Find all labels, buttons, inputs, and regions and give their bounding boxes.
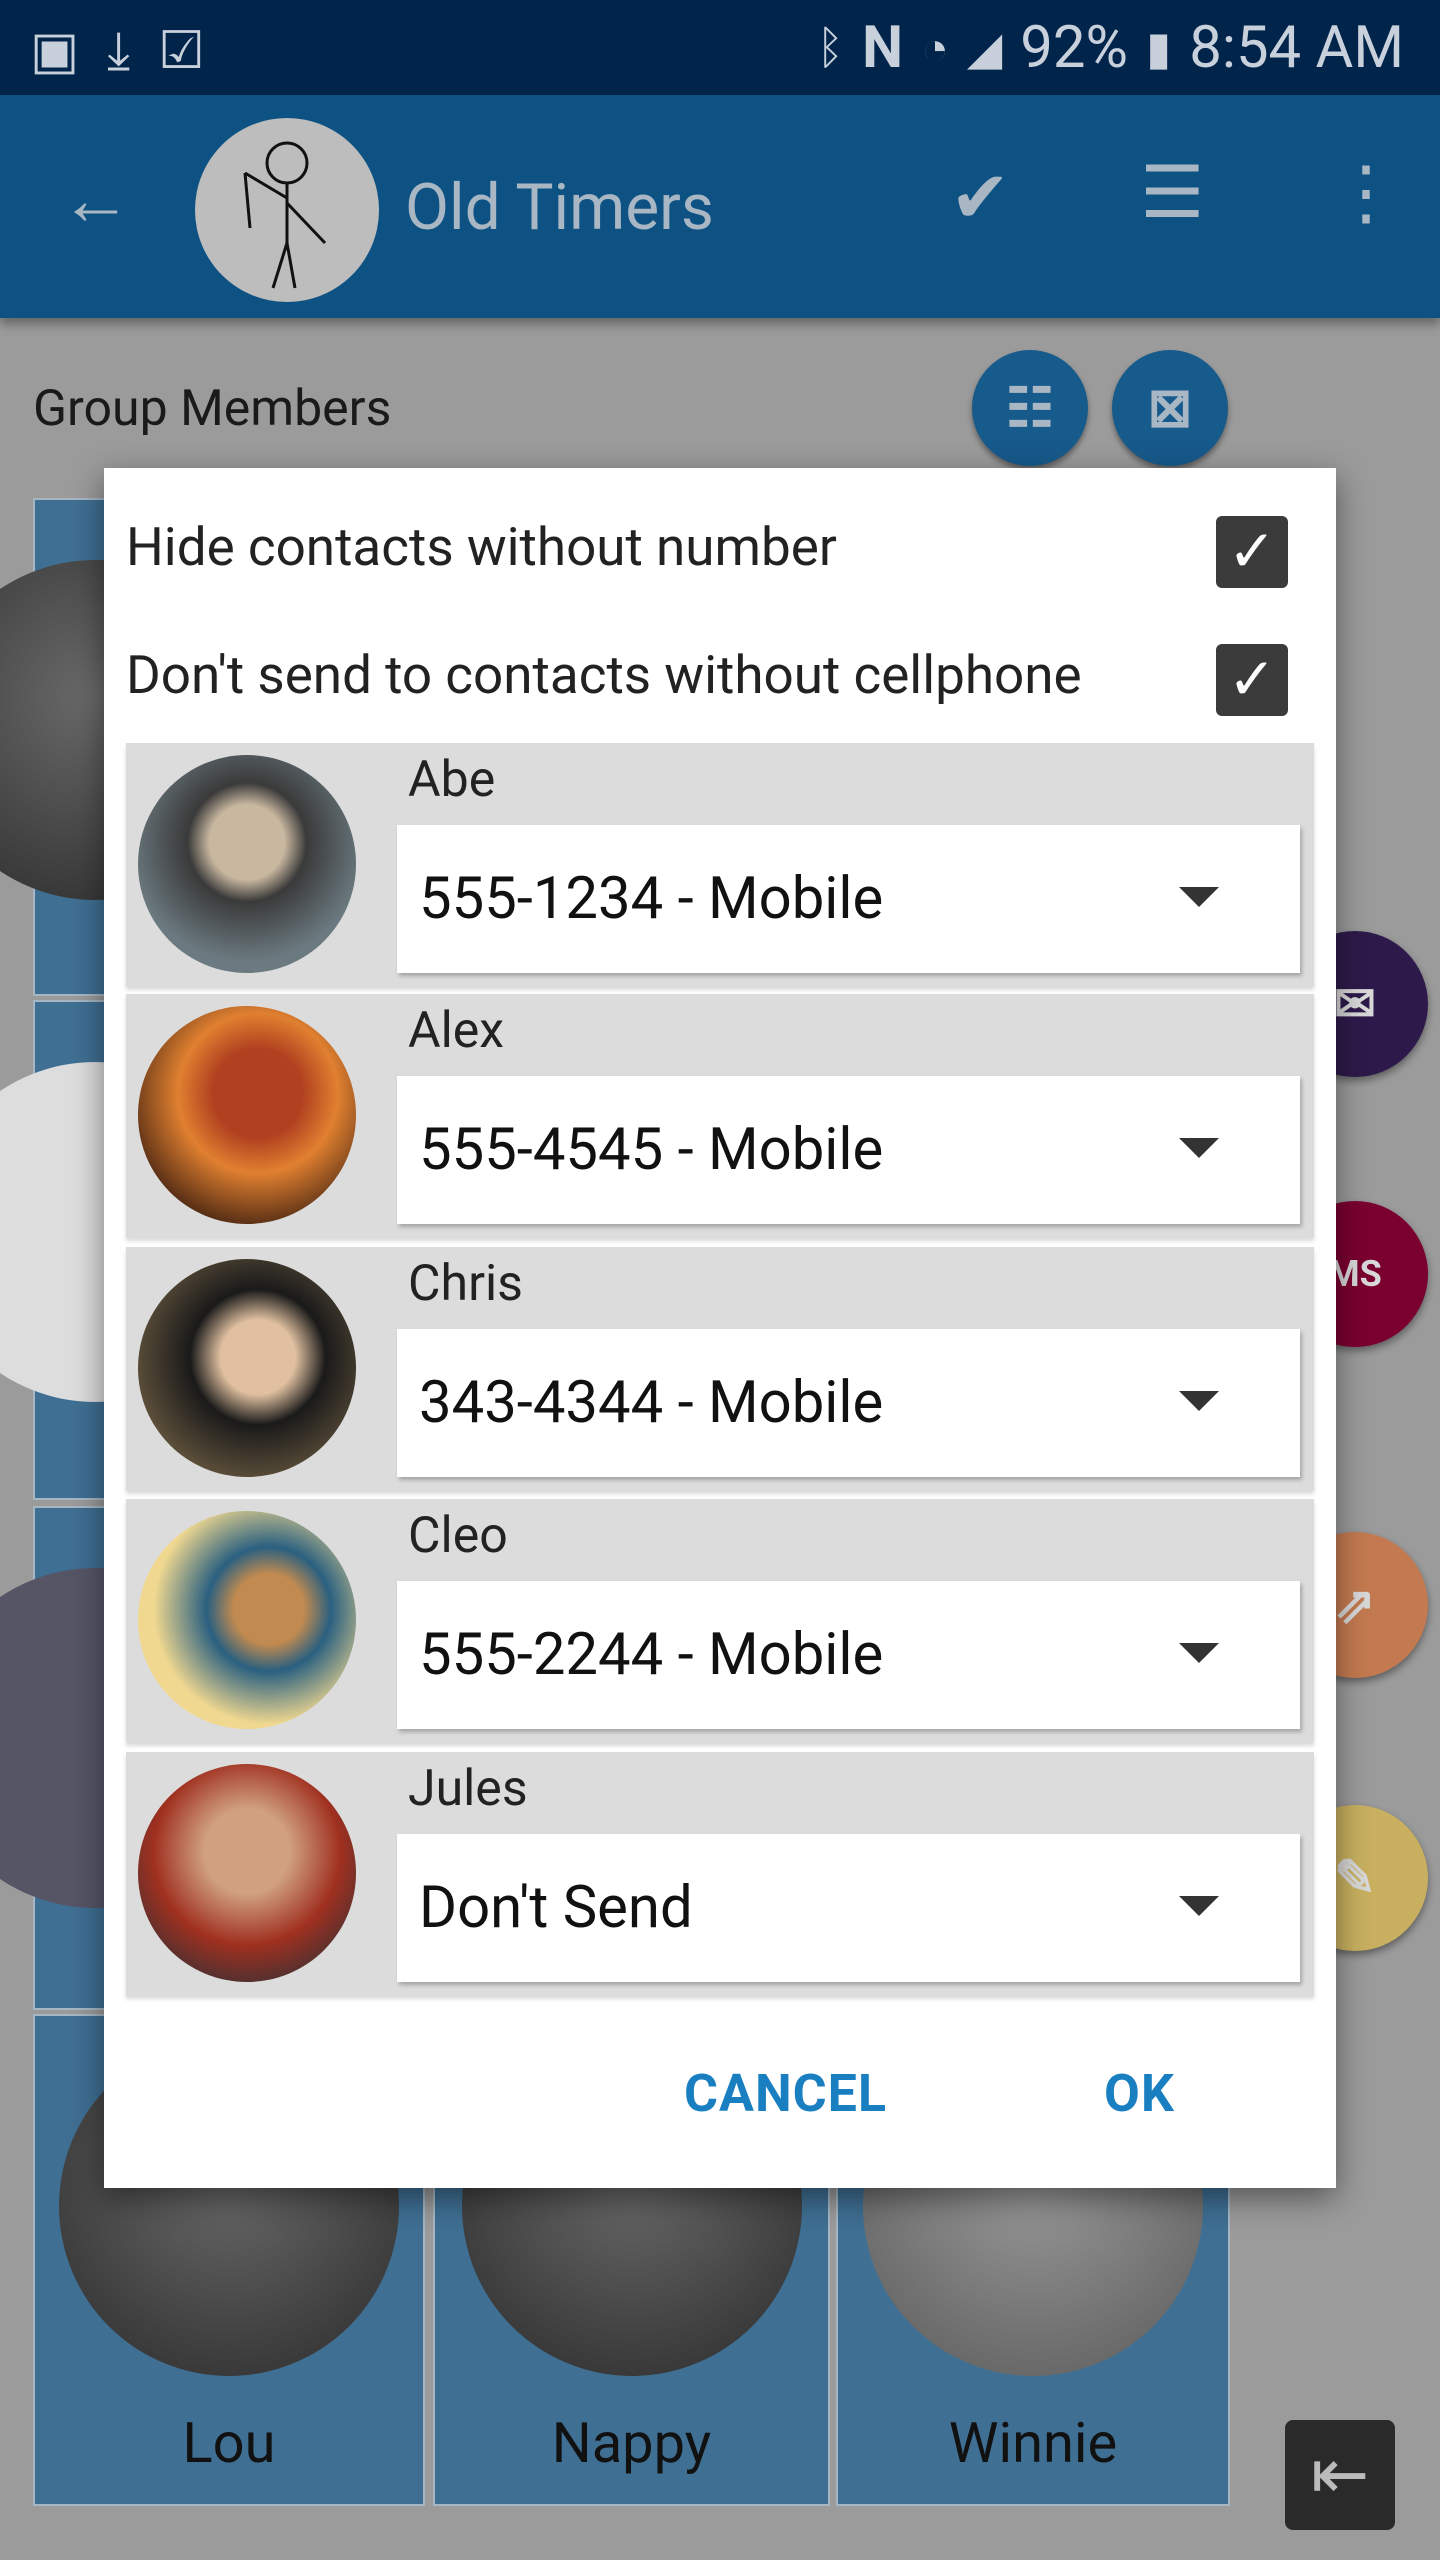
section-title: Group Members: [33, 380, 392, 438]
contact-avatar: [138, 755, 356, 973]
dropdown-arrow-icon: [1179, 1896, 1219, 1916]
contact-row: Jules Don't Send: [126, 1752, 1314, 1996]
battery-icon: ▮: [1145, 21, 1172, 76]
edit-icon: ✎: [1334, 1849, 1376, 1908]
no-cellphone-checkbox[interactable]: ✓: [1216, 644, 1288, 716]
clipboard-check-icon: ☑: [158, 20, 205, 81]
check-icon[interactable]: ✔: [950, 155, 1010, 240]
contact-avatar: [138, 1511, 356, 1729]
contact-row: Abe 555-1234 - Mobile: [126, 743, 1314, 987]
deselect-all-button[interactable]: ⊠: [1112, 350, 1228, 466]
nfc-icon: N: [862, 14, 904, 82]
exit-icon[interactable]: ⇤: [1285, 2420, 1395, 2530]
option-label: Hide contacts without number: [126, 516, 837, 578]
number-dropdown[interactable]: 555-2244 - Mobile: [397, 1581, 1300, 1729]
back-icon[interactable]: ←: [60, 157, 132, 242]
gallery-icon: ▣: [30, 20, 80, 81]
status-bar: ▣ ⤓ ☑ ᛒ N ◔ ◢ 92% ▮ 8:54 AM: [0, 0, 1440, 95]
clock: 8:54 AM: [1189, 14, 1404, 82]
check-icon: ✓: [1227, 518, 1277, 586]
deselect-all-icon: ⊠: [1147, 377, 1193, 440]
contact-row: Alex 555-4545 - Mobile: [126, 994, 1314, 1238]
contact-avatar: [138, 1006, 356, 1224]
signal-icon: ◢: [966, 21, 1003, 76]
number-dropdown[interactable]: Don't Send: [397, 1834, 1300, 1982]
bluetooth-icon: ᛒ: [816, 21, 845, 75]
app-bar: ← Old Timers ✔ ☰ ⋮: [0, 95, 1440, 318]
more-icon[interactable]: ⋮: [1330, 150, 1402, 235]
send-options-dialog: Hide contacts without number ✓ Don't sen…: [104, 468, 1336, 2188]
check-icon: ✓: [1227, 646, 1277, 714]
hide-without-number-checkbox[interactable]: ✓: [1216, 516, 1288, 588]
page-title: Old Timers: [405, 170, 714, 245]
number-dropdown[interactable]: 343-4344 - Mobile: [397, 1329, 1300, 1477]
ok-button[interactable]: OK: [1104, 2063, 1175, 2124]
download-icon: ⤓: [107, 20, 131, 81]
contact-row: Cleo 555-2244 - Mobile: [126, 1499, 1314, 1743]
option-label: Don't send to contacts without cellphone: [126, 644, 1082, 706]
battery-level: 92%: [1020, 14, 1128, 82]
number-dropdown[interactable]: 555-1234 - Mobile: [397, 825, 1300, 973]
dropdown-arrow-icon: [1179, 1391, 1219, 1411]
number-dropdown[interactable]: 555-4545 - Mobile: [397, 1076, 1300, 1224]
sms-icon: MS: [1328, 1253, 1382, 1295]
contact-row: Chris 343-4344 - Mobile: [126, 1247, 1314, 1491]
group-avatar[interactable]: [195, 118, 379, 302]
email-icon: ✉: [1334, 975, 1376, 1034]
wifi-icon: ◔: [921, 21, 949, 76]
dropdown-arrow-icon: [1179, 887, 1219, 907]
dropdown-arrow-icon: [1179, 1643, 1219, 1663]
dropdown-arrow-icon: [1179, 1138, 1219, 1158]
select-all-icon: ☷: [1005, 377, 1055, 440]
contact-avatar: [138, 1259, 356, 1477]
select-all-button[interactable]: ☷: [972, 350, 1088, 466]
checklist-icon[interactable]: ☰: [1140, 150, 1205, 235]
cancel-button[interactable]: CANCEL: [684, 2063, 887, 2124]
share-icon: ⇗: [1334, 1576, 1376, 1635]
contact-avatar: [138, 1764, 356, 1982]
